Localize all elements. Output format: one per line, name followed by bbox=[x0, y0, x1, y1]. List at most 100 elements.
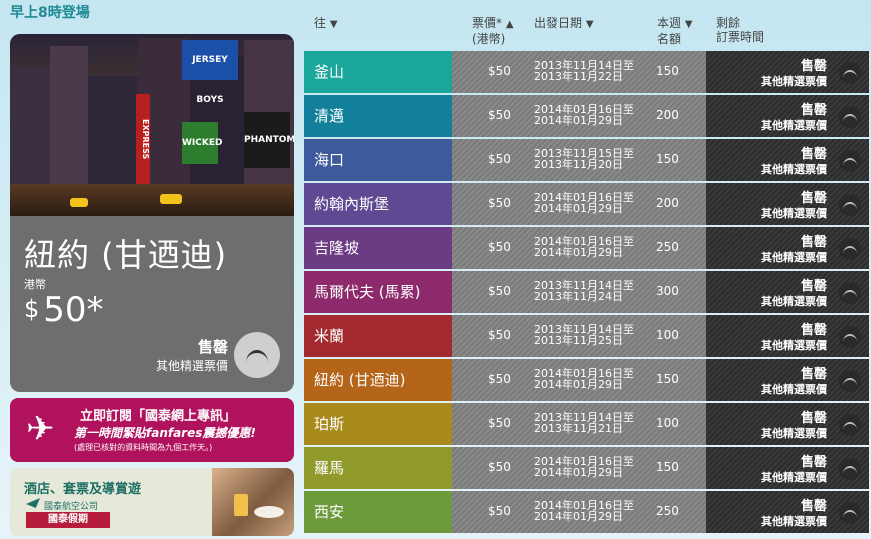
fare-row[interactable]: 馬爾代夫 (馬累) $50 2013年11月14日至 2013年11月24日 300 售罄… bbox=[304, 271, 869, 313]
featured-gauge-icon[interactable] bbox=[234, 332, 280, 378]
featured-photo: JERSEY BOYS WICKED PHANTOM EXPRESS bbox=[10, 34, 294, 216]
destination-cell[interactable]: 紐約 (甘迺迪) bbox=[304, 359, 452, 401]
other-fares-link[interactable]: 其他精選票價 bbox=[761, 249, 827, 265]
destination-cell[interactable]: 羅馬 bbox=[304, 447, 452, 489]
destination-cell[interactable]: 清邁 bbox=[304, 95, 452, 137]
promo-subline: 第一時間緊貼fanfares震撼優惠! bbox=[74, 426, 256, 440]
fare-info: $50 2014年01月16日至 2014年01月29日 200 bbox=[452, 95, 706, 137]
destination-cell[interactable]: 西安 bbox=[304, 491, 452, 533]
price-cell: $50 bbox=[488, 372, 511, 386]
sold-out-label: 售罄 bbox=[800, 367, 827, 382]
fare-row[interactable]: 西安 $50 2014年01月16日至 2014年01月29日 250 售罄 其他精選票價 bbox=[304, 491, 869, 533]
fare-row[interactable]: 羅馬 $50 2014年01月16日至 2014年01月29日 150 售罄 其他精選票價 bbox=[304, 447, 869, 489]
date-to-cell: 2013年11月21日 bbox=[534, 422, 623, 435]
date-to-cell: 2014年01月29日 bbox=[534, 246, 623, 259]
header-remaining: 剩餘 訂票時間 bbox=[716, 16, 764, 44]
other-fares-link[interactable]: 其他精選票價 bbox=[761, 73, 827, 89]
other-fares-link[interactable]: 其他精選票價 bbox=[761, 293, 827, 309]
fare-row[interactable]: 紐約 (甘迺迪) $50 2014年01月16日至 2014年01月29日 150 售罄其… bbox=[304, 359, 869, 401]
promo-headline: 立即訂閱「國泰網上專訊」 bbox=[80, 409, 237, 424]
seats-cell: 250 bbox=[656, 240, 679, 254]
destination-cell[interactable]: 海口 bbox=[304, 139, 452, 181]
price-cell: $50 bbox=[488, 152, 511, 166]
header-destination[interactable]: 往 ▼ bbox=[314, 16, 338, 32]
date-to-cell: 2013年11月20日 bbox=[534, 158, 623, 171]
destination-cell[interactable]: 釜山 bbox=[304, 51, 452, 93]
fare-row[interactable]: 米蘭 $50 2013年11月14日至 2013年11月25日 100 售罄 其他精選票價 bbox=[304, 315, 869, 357]
other-fares-link[interactable]: 其他精選票價 bbox=[761, 205, 827, 221]
other-fares-link[interactable]: 其他精選票價 bbox=[761, 513, 827, 529]
other-fares-link[interactable]: 其他精選票價 bbox=[761, 161, 827, 177]
sold-out-label: 售罄 bbox=[800, 411, 827, 426]
date-to-cell: 2014年01月29日 bbox=[534, 378, 623, 391]
featured-card[interactable]: JERSEY BOYS WICKED PHANTOM EXPRESS 紐約 (甘… bbox=[10, 34, 294, 392]
other-fares-link[interactable]: 其他精選票價 bbox=[761, 117, 827, 133]
fare-row[interactable]: 海口 $50 2013年11月15日至 2013年11月20日 150 售罄 其他精選票價 bbox=[304, 139, 869, 181]
price-cell: $50 bbox=[488, 196, 511, 210]
holiday-badge: 國泰假期 bbox=[26, 512, 110, 528]
sign-wicked: WICKED bbox=[182, 122, 222, 164]
status-cell: 售罄 其他精選票價 bbox=[706, 491, 869, 533]
timer-gauge-icon bbox=[839, 370, 861, 392]
header-date-label: 出發日期 bbox=[534, 16, 583, 30]
destination-cell[interactable]: 馬爾代夫 (馬累) bbox=[304, 271, 452, 313]
status-cell: 售罄 其他精選票價 bbox=[706, 227, 869, 269]
status-cell: 售罄 其他精選票價 bbox=[706, 95, 869, 137]
seats-cell: 300 bbox=[656, 284, 679, 298]
airplane-icon: ✈ bbox=[26, 409, 55, 449]
cathay-logo-icon bbox=[26, 498, 40, 508]
fare-row[interactable]: 珀斯 $50 2013年11月14日至 2013年11月21日 100 售罄 其他精選票價 bbox=[304, 403, 869, 445]
other-fares-link[interactable]: 其他精選票價 bbox=[761, 337, 827, 353]
header-price[interactable]: 票價* ▲ (港幣) bbox=[472, 16, 514, 46]
price-cell: $50 bbox=[488, 460, 511, 474]
sold-out-label: 售罄 bbox=[800, 59, 827, 74]
sold-out-label: 售罄 bbox=[800, 191, 827, 206]
timer-gauge-icon bbox=[839, 106, 861, 128]
sign-express: EXPRESS bbox=[136, 94, 150, 184]
price-cell: $50 bbox=[488, 64, 511, 78]
holiday-banner[interactable]: 酒店、套票及導賞遊 國泰航空公司 國泰假期 bbox=[10, 468, 294, 536]
destination-cell[interactable]: 約翰內斯堡 bbox=[304, 183, 452, 225]
header-date[interactable]: 出發日期 ▼ bbox=[534, 16, 594, 32]
seats-cell: 250 bbox=[656, 504, 679, 518]
seats-cell: 100 bbox=[656, 328, 679, 342]
fare-row[interactable]: 清邁 $50 2014年01月16日至 2014年01月29日 200 售罄 其他精選票價 bbox=[304, 95, 869, 137]
holiday-logo-text: 國泰航空公司 bbox=[44, 502, 99, 512]
date-to-cell: 2014年01月29日 bbox=[534, 202, 623, 215]
destination-cell[interactable]: 米蘭 bbox=[304, 315, 452, 357]
fare-info: $50 2013年11月14日至 2013年11月24日 300 bbox=[452, 271, 706, 313]
fare-row[interactable]: 釜山 $50 2013年11月14日至 2013年11月22日 150 售罄 其他精選票價 bbox=[304, 51, 869, 93]
date-to-cell: 2013年11月22日 bbox=[534, 70, 623, 83]
price-cell: $50 bbox=[488, 416, 511, 430]
timer-gauge-icon bbox=[839, 238, 861, 260]
fare-info: $50 2014年01月16日至 2014年01月29日 150 bbox=[452, 359, 706, 401]
holiday-photo bbox=[212, 468, 294, 536]
date-to-cell: 2014年01月29日 bbox=[534, 466, 623, 479]
price-cell: $50 bbox=[488, 284, 511, 298]
fare-info: $50 2014年01月16日至 2014年01月29日 250 bbox=[452, 227, 706, 269]
sold-out-label: 售罄 bbox=[800, 235, 827, 250]
other-fares-link[interactable]: 其他精選票價 bbox=[761, 469, 827, 485]
price-cell: $50 bbox=[488, 240, 511, 254]
status-cell: 售罄 其他精選票價 bbox=[706, 447, 869, 489]
status-cell: 售罄 其他精選票價 bbox=[706, 403, 869, 445]
other-fares-link[interactable]: 其他精選票價 bbox=[761, 425, 827, 441]
seats-cell: 200 bbox=[656, 196, 679, 210]
holiday-title: 酒店、套票及導賞遊 bbox=[24, 482, 142, 497]
destination-cell[interactable]: 珀斯 bbox=[304, 403, 452, 445]
seats-cell: 150 bbox=[656, 64, 679, 78]
fare-info: $50 2013年11月14日至 2013年11月21日 100 bbox=[452, 403, 706, 445]
other-fares-link[interactable]: 其他精選票價 bbox=[761, 381, 827, 397]
timer-gauge-icon bbox=[839, 282, 861, 304]
sold-out-label: 售罄 bbox=[800, 499, 827, 514]
fare-row[interactable]: 吉隆坡 $50 2014年01月16日至 2014年01月29日 250 售罄 其他精選票價 bbox=[304, 227, 869, 269]
subscribe-promo-banner[interactable]: ✈ 立即訂閱「國泰網上專訊」 第一時間緊貼fanfares震撼優惠! (處理已核… bbox=[10, 398, 294, 462]
status-cell: 售罄 其他精選票價 bbox=[706, 51, 869, 93]
date-to-cell: 2013年11月25日 bbox=[534, 334, 623, 347]
destination-cell[interactable]: 吉隆坡 bbox=[304, 227, 452, 269]
price-cell: $50 bbox=[488, 504, 511, 518]
status-cell: 售罄 其他精選票價 bbox=[706, 183, 869, 225]
header-seats[interactable]: 本週 ▼ 名額 bbox=[657, 16, 693, 46]
fare-row[interactable]: 約翰內斯堡 $50 2014年01月16日至 2014年01月29日 200 售罄 其他精選… bbox=[304, 183, 869, 225]
featured-other-fares-link[interactable]: 其他精選票價 bbox=[156, 357, 228, 374]
